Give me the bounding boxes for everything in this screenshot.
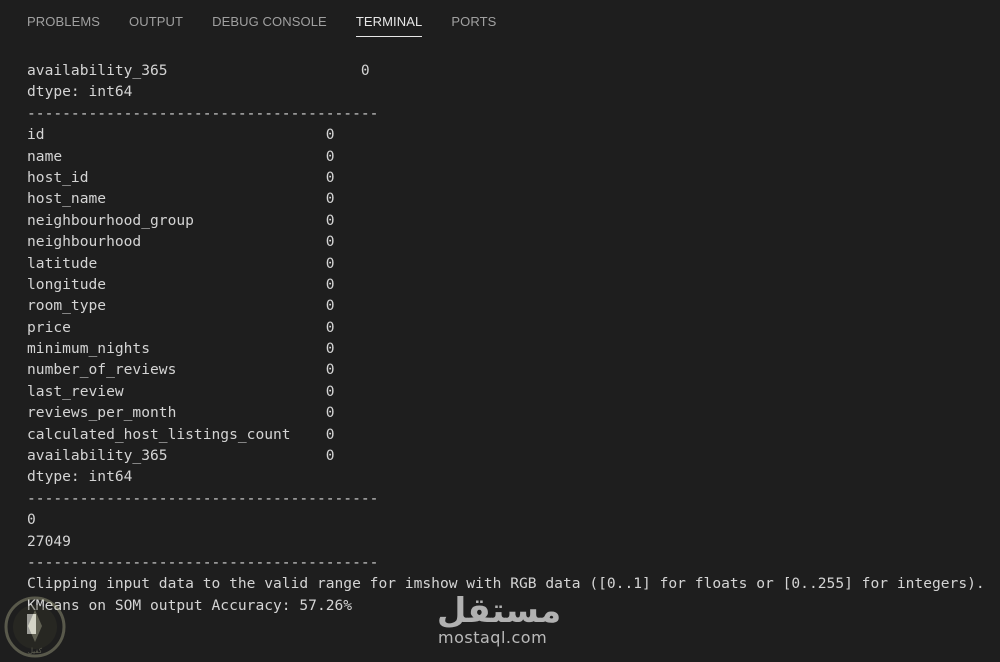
panel-tab-bar: PROBLEMS OUTPUT DEBUG CONSOLE TERMINAL P… (0, 0, 1000, 44)
terminal-output[interactable]: availability_365 0 dtype: int64 ----------… (27, 60, 992, 616)
terminal-line: room_type 0 (27, 297, 335, 315)
terminal-line: ---------------------------------------- (27, 553, 379, 571)
watermark-domain: mostaql.com (438, 628, 548, 647)
terminal-line: number_of_reviews 0 (27, 361, 335, 379)
terminal-line: neighbourhood 0 (27, 233, 335, 251)
terminal-line: reviews_per_month 0 (27, 404, 335, 422)
terminal-line: calculated_host_listings_count 0 (27, 425, 335, 443)
terminal-line: host_id 0 (27, 168, 335, 186)
tab-terminal[interactable]: TERMINAL (355, 0, 423, 37)
terminal-line: 0 (27, 511, 36, 529)
terminal-line: last_review 0 (27, 382, 335, 400)
terminal-line: latitude 0 (27, 254, 335, 272)
terminal-line: name 0 (27, 147, 335, 165)
tab-problems[interactable]: PROBLEMS (27, 0, 100, 36)
terminal-line: dtype: int64 (27, 468, 133, 486)
terminal-line: 27049 (27, 532, 71, 550)
terminal-line: minimum_nights 0 (27, 340, 335, 358)
terminal-line: neighbourhood_group 0 (27, 211, 335, 229)
svg-text:مستقل: مستقل (437, 591, 561, 631)
terminal-line: ---------------------------------------- (27, 104, 379, 122)
terminal-line: longitude 0 (27, 275, 335, 293)
tab-output[interactable]: OUTPUT (129, 0, 183, 36)
terminal-line: dtype: int64 (27, 83, 133, 101)
svg-text:كفيل: كفيل (28, 647, 43, 655)
tab-debug-console[interactable]: DEBUG CONSOLE (212, 0, 327, 36)
terminal-line: id 0 (27, 126, 335, 144)
watermark-logo-icon: كفيل (4, 596, 66, 658)
terminal-line: availability_365 0 (27, 447, 335, 465)
terminal-line: availability_365 0 (27, 62, 370, 79)
terminal-line: ---------------------------------------- (27, 489, 379, 507)
terminal-line: host_name 0 (27, 190, 335, 208)
terminal-line: price 0 (27, 318, 335, 336)
tab-ports[interactable]: PORTS (451, 0, 496, 36)
